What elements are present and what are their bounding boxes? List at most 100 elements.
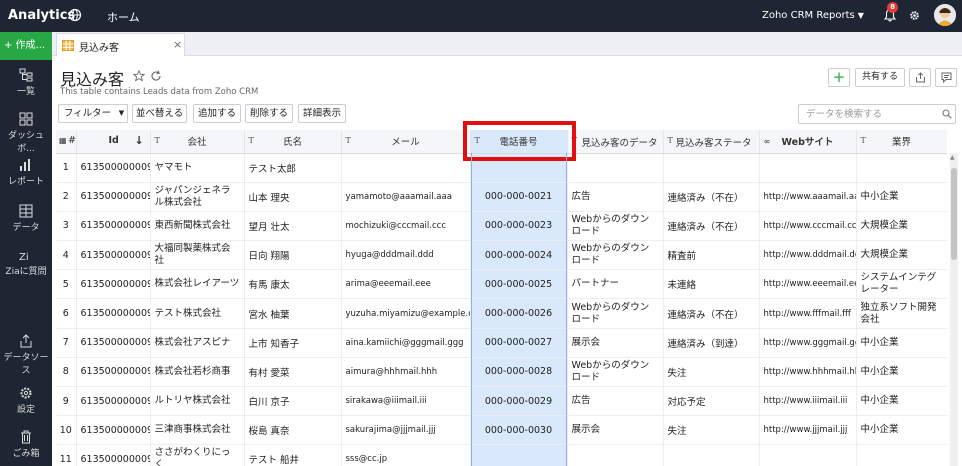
cell-company[interactable]: 株式会社レイアーツ [150, 269, 245, 300]
cell-phone[interactable]: 000-000-0021 [470, 182, 568, 212]
table-row[interactable]: 116135000000097ささがわくりにっくテスト 船井sss@cc.jp [56, 444, 947, 466]
cell-company[interactable]: 三津商事株式会社 [150, 415, 245, 446]
cell-name[interactable]: 有村 愛菜 [244, 357, 342, 388]
cell-name[interactable]: 宮水 柚葉 [244, 298, 342, 329]
cell-name[interactable]: テスト 船井 [244, 444, 342, 466]
cell-lead-source[interactable]: Webからのダウンロード [567, 357, 664, 388]
cell-lead-status[interactable] [663, 444, 760, 466]
cell-index[interactable]: 8 [56, 357, 77, 388]
cell-index[interactable]: 9 [56, 386, 77, 417]
cell-lead-source[interactable]: 展示会 [567, 328, 664, 358]
cell-lead-source[interactable] [567, 153, 664, 183]
cell-index[interactable]: 6 [56, 298, 77, 329]
add-row-button[interactable]: 追加する [193, 104, 241, 123]
gear-icon[interactable] [909, 10, 920, 21]
cell-phone[interactable]: 000-000-0029 [470, 386, 568, 417]
cell-company[interactable]: テスト株式会社 [150, 298, 245, 329]
cell-name[interactable]: テスト太郎 [244, 153, 342, 183]
column-header-email[interactable]: T メール [341, 130, 471, 154]
cell-industry[interactable]: 大規模企業 [856, 240, 947, 271]
cell-lead-source[interactable]: Webからのダウンロード [567, 211, 664, 242]
cell-industry[interactable]: 中小企業 [856, 386, 947, 417]
cell-industry[interactable]: 独立系ソフト開発会社 [856, 298, 947, 329]
cell-website[interactable]: http://www.dddmail.ddd [759, 240, 857, 271]
cell-company[interactable]: ヤマモト [150, 153, 245, 183]
cell-lead-source[interactable]: パートナー [567, 269, 664, 300]
table-row[interactable]: 76135000000092株式会社アスピナ上市 知香子aina.kamiich… [56, 328, 947, 358]
filter-dropdown-caret[interactable]: ▼ [116, 104, 128, 123]
cell-email[interactable]: aina.kamiichi@gggmail.ggg [341, 328, 471, 358]
cell-name[interactable]: 山本 理央 [244, 182, 342, 212]
table-row[interactable]: 56135000000092株式会社レイアーツ有馬 康太arima@eeemai… [56, 269, 947, 300]
sort-button[interactable]: 並べ替える [132, 104, 187, 123]
cell-lead-source[interactable]: Webからのダウンロード [567, 298, 664, 329]
details-button[interactable]: 詳細表示 [298, 104, 346, 123]
cell-lead-source[interactable]: 広告 [567, 386, 664, 417]
cell-phone[interactable]: 000-000-0030 [470, 415, 568, 446]
cell-index[interactable]: 2 [56, 182, 77, 212]
cell-email[interactable]: mochizuki@cccmail.ccc [341, 211, 471, 242]
cell-lead-status[interactable]: 連絡済み（到達） [663, 328, 760, 358]
cell-index[interactable]: 5 [56, 269, 77, 300]
cell-email[interactable]: sss@cc.jp [341, 444, 471, 466]
refresh-icon[interactable] [150, 70, 162, 82]
cell-lead-status[interactable]: 失注 [663, 415, 760, 446]
scrollbar-thumb[interactable] [951, 168, 957, 260]
table-row[interactable]: 66135000000092テスト株式会社宮水 柚葉yuzuha.miyamiz… [56, 298, 947, 329]
table-row[interactable]: 86135000000092株式会社若杉商事有村 愛菜aimura@hhhmai… [56, 357, 947, 388]
cell-website[interactable]: http://www.cccmail.ccc [759, 211, 857, 242]
column-header-index[interactable]: ▦ # [56, 130, 77, 154]
comment-button[interactable] [935, 68, 957, 87]
cell-email[interactable]: aimura@hhhmail.hhh [341, 357, 471, 388]
table-row[interactable]: 46135000000092大福同製薬株式会社日向 翔陽hyuga@dddmai… [56, 240, 947, 271]
cell-name[interactable]: 有馬 康太 [244, 269, 342, 300]
cell-industry[interactable] [856, 153, 947, 183]
workspace-selector[interactable]: Zoho CRM Reports ▼ [762, 10, 864, 21]
cell-lead-status[interactable]: 精査前 [663, 240, 760, 271]
cell-name[interactable]: 上市 知香子 [244, 328, 342, 358]
column-header-lead-source[interactable]: T 見込み客のデータ [567, 130, 664, 154]
search-input[interactable] [798, 104, 956, 124]
filter-button[interactable]: フィルター [58, 104, 117, 123]
cell-phone[interactable]: 000-000-0026 [470, 298, 568, 329]
cell-website[interactable]: http://www.jjjmail.jjj [759, 415, 857, 446]
cell-id[interactable]: 6135000000092 [76, 240, 151, 271]
cell-industry[interactable]: システムインテグレーター [856, 269, 947, 300]
cell-email[interactable]: yamamoto@aaamail.aaa [341, 182, 471, 212]
cell-index[interactable]: 1 [56, 153, 77, 183]
sidebar-item-data-sources[interactable]: データソース [0, 334, 52, 376]
cell-lead-source[interactable]: 展示会 [567, 415, 664, 446]
cell-email[interactable]: sakurajima@jjjmail.jjj [341, 415, 471, 446]
sidebar-item-explorer[interactable]: 一覧 [0, 68, 52, 97]
cell-id[interactable]: 6135000000092 [76, 298, 151, 329]
cell-id[interactable]: 6135000000097 [76, 444, 151, 466]
cell-id[interactable]: 6135000000092 [76, 357, 151, 388]
delete-button[interactable]: 削除する [245, 104, 293, 123]
share-button[interactable]: 共有する [855, 68, 905, 87]
cell-lead-status[interactable]: 連絡済み（不在） [663, 298, 760, 329]
cell-industry[interactable]: 中小企業 [856, 182, 947, 212]
cell-phone[interactable] [470, 444, 568, 466]
table-row[interactable]: 96135000000092ルトリヤ株式会社白川 京子sirakawa@iiim… [56, 386, 947, 417]
scroll-up-arrow-icon[interactable]: ▲ [950, 154, 955, 161]
globe-icon[interactable] [68, 8, 82, 22]
cell-phone[interactable]: 000-000-0023 [470, 211, 568, 242]
cell-email[interactable]: hyuga@dddmail.ddd [341, 240, 471, 271]
cell-company[interactable]: 大福同製薬株式会社 [150, 240, 245, 271]
cell-company[interactable]: ジャパンジェネラル株式会社 [150, 182, 245, 212]
table-row[interactable]: 36135000000092東西新聞株式会社望月 壮太mochizuki@ccc… [56, 211, 947, 242]
export-button[interactable] [909, 68, 931, 87]
cell-name[interactable]: 白川 京子 [244, 386, 342, 417]
cell-phone[interactable]: 000-000-0025 [470, 269, 568, 300]
cell-company[interactable]: ささがわくりにっく [150, 444, 245, 466]
cell-name[interactable]: 望月 壮太 [244, 211, 342, 242]
sidebar-item-dashboards[interactable]: ダッシュボ... [0, 112, 52, 154]
sidebar-item-settings[interactable]: 設定 [0, 386, 52, 415]
cell-email[interactable]: sirakawa@iiimail.iii [341, 386, 471, 417]
cell-industry[interactable] [856, 444, 947, 466]
column-header-company[interactable]: T 会社 [150, 130, 245, 154]
cell-id[interactable]: 6135000000092 [76, 328, 151, 358]
cell-company[interactable]: 株式会社若杉商事 [150, 357, 245, 388]
tab-leads[interactable]: 見込み客 × [56, 33, 185, 56]
cell-company[interactable]: 東西新聞株式会社 [150, 211, 245, 242]
